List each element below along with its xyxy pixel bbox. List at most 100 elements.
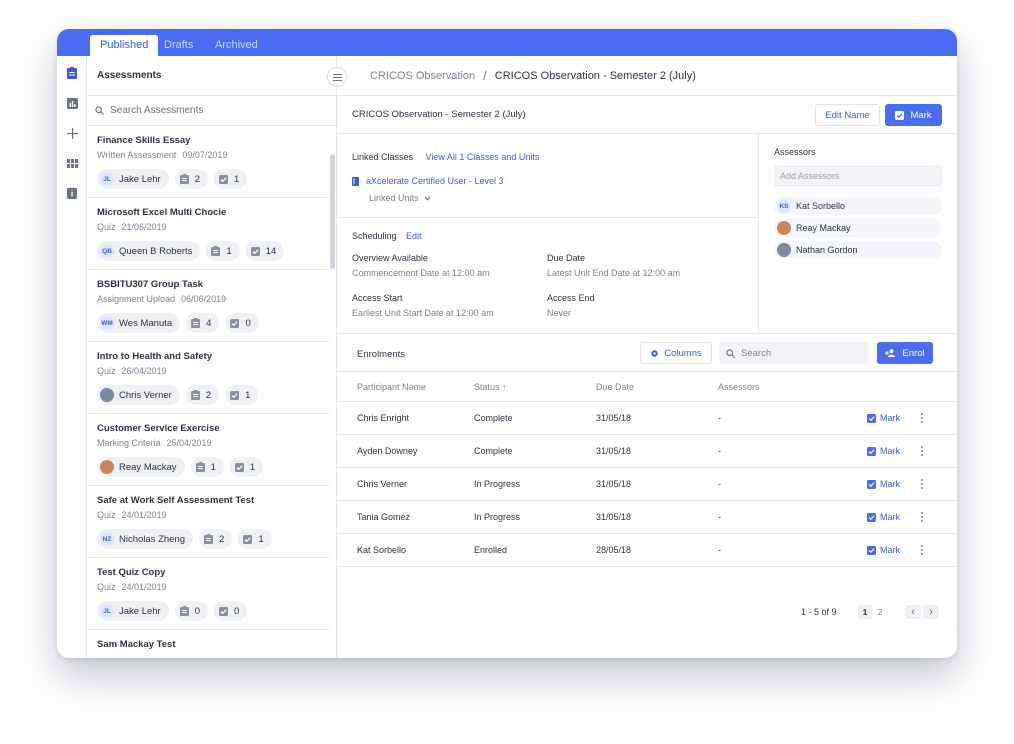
assessments-panel: Assessments Search Assessments Finance S… (87, 56, 337, 658)
assignee-chip[interactable]: JL Jake Lehr (97, 169, 169, 189)
scheduling-edit-link[interactable]: Edit (406, 231, 422, 241)
assessor-chip[interactable]: Reay Mackay (774, 219, 942, 237)
assessors-label: Assessors (774, 147, 816, 157)
mark-label: Mark (880, 413, 900, 423)
assessment-type: Quiz (97, 222, 116, 232)
scrollbar[interactable] (330, 154, 335, 269)
add-user-icon (885, 349, 896, 357)
assessment-type: Assignment Upload (97, 294, 176, 304)
table-row[interactable]: Chris Verner In Progress 31/05/18 - Mark (337, 468, 957, 501)
avatar: QB (100, 244, 114, 258)
more-options-icon[interactable] (919, 413, 925, 423)
columns-button[interactable]: Columns (640, 342, 712, 364)
breadcrumb-parent[interactable]: CRICOS Observation (370, 70, 475, 82)
assessors-value: - (718, 479, 721, 489)
assignee-chip[interactable]: Reay Mackay (97, 457, 185, 477)
marked-count: 0 (214, 601, 248, 621)
assessment-type: Quiz (97, 582, 116, 592)
mark-row-button[interactable]: Mark (867, 479, 900, 489)
more-options-icon[interactable] (919, 512, 925, 522)
tab-archived[interactable]: Archived (205, 35, 268, 56)
overview-value: Commencement Date at 12:00 am (352, 268, 490, 278)
assignee-chip[interactable]: JL Jake Lehr (97, 601, 169, 621)
assessor-chip[interactable]: KS Kat Sorbello (774, 197, 942, 215)
grid-icon[interactable] (66, 157, 78, 169)
next-page-button[interactable]: › (923, 605, 939, 619)
class-item[interactable]: aXcelerate Certified User - Level 3 (352, 176, 752, 186)
assessment-meta: Quiz 26/04/2019 (97, 366, 320, 379)
mark-row-button[interactable]: Mark (867, 446, 900, 456)
marked-count: 1 (225, 385, 259, 405)
list-item[interactable]: Safe at Work Self Assessment Test Quiz 24/… (87, 486, 330, 558)
check-icon (867, 545, 876, 555)
mark-row-button[interactable]: Mark (867, 512, 900, 522)
page-1-button[interactable]: 1 (858, 605, 872, 619)
col-participant-name[interactable]: Participant Name (357, 382, 426, 392)
clipboard-icon (179, 606, 189, 616)
marked-count: 0 (225, 313, 259, 333)
col-status[interactable]: Status ↑ (474, 382, 507, 392)
page-2-button[interactable]: 2 (873, 605, 887, 619)
assignee-chip[interactable]: WM Wes Manuta (97, 313, 181, 333)
assessment-icon[interactable] (66, 67, 78, 79)
assignee-chip[interactable]: QB Queen B Roberts (97, 241, 201, 261)
collapse-panel-button[interactable] (327, 67, 347, 87)
list-item[interactable]: Microsoft Excel Multi Chocie Quiz 21/06/20… (87, 198, 330, 270)
assignee-chip[interactable]: Chris Verner (97, 385, 180, 405)
assignee-chip[interactable]: NZ Nicholas Zheng (97, 529, 194, 549)
due-date-label: Due Date (547, 253, 586, 263)
assessment-list: Finance Skills Essay Written Assessment 09… (87, 126, 330, 658)
assessors-value: - (718, 446, 721, 456)
search-icon (95, 106, 104, 115)
app-window: Published Drafts Archived Assessments Se… (57, 29, 957, 658)
add-assessors-input[interactable]: Add Assessors (774, 165, 942, 187)
marked-count: 14 (245, 241, 285, 261)
view-all-classes-link[interactable]: View All 1 Classes and Units (425, 152, 539, 162)
more-options-icon[interactable] (919, 479, 925, 489)
list-item[interactable]: BSBITU307 Group Task Assignment Upload 06/… (87, 270, 330, 342)
list-item[interactable]: Test Quiz Copy Quiz 24/01/2019 JL Jake Lehr 0… (87, 558, 330, 630)
table-row[interactable]: Ayden Downey Complete 31/05/18 - Mark (337, 435, 957, 468)
status: Enrolled (474, 545, 508, 555)
status: In Progress (474, 479, 521, 489)
info-icon[interactable] (66, 187, 78, 199)
mark-button[interactable]: Mark (885, 104, 942, 126)
assignee-name: Wes Manuta (119, 317, 173, 329)
search-assessments[interactable]: Search Assessments (87, 96, 336, 126)
title-bar: CRICOS Observation - Semester 2 (July) E… (337, 96, 957, 134)
count-value: 2 (194, 173, 201, 185)
submissions-count: 2 (199, 529, 233, 549)
assignee-name: Nicholas Zheng (119, 533, 186, 545)
mark-row-button[interactable]: Mark (867, 413, 900, 423)
more-options-icon[interactable] (919, 545, 925, 555)
table-row[interactable]: Tania Gomez In Progress 31/05/18 - Mark (337, 501, 957, 534)
mark-row-button[interactable]: Mark (867, 545, 900, 555)
edit-name-button[interactable]: Edit Name (815, 104, 880, 126)
list-item[interactable]: Customer Service Exercise Marking Criteri… (87, 414, 330, 486)
breadcrumb-current: CRICOS Observation - Semester 2 (July) (494, 69, 696, 82)
table-row[interactable]: Kat Sorbello Enrolled 28/05/18 - Mark (337, 534, 957, 567)
list-item[interactable]: Finance Skills Essay Written Assessment 09… (87, 126, 330, 198)
linked-classes: Linked Classes View All 1 Classes and Un… (352, 147, 752, 203)
tab-published[interactable]: Published (90, 35, 159, 56)
prev-page-button[interactable]: ‹ (905, 605, 921, 619)
enrol-button[interactable]: Enrol (877, 342, 933, 364)
assessment-meta: Quiz 24/01/2019 (97, 582, 320, 595)
search-icon (726, 348, 735, 358)
plus-icon[interactable] (66, 127, 78, 139)
count-value: 1 (226, 245, 232, 257)
enrolment-search-input[interactable]: Search (719, 342, 869, 364)
col-assessors[interactable]: Assessors (718, 382, 760, 392)
table-row[interactable]: Chris Enright Complete 31/05/18 - Mark (337, 402, 957, 435)
assessment-stats: NZ Nicholas Zheng 2 1 (97, 529, 320, 549)
linked-units-toggle[interactable]: Linked Units (369, 193, 752, 203)
assessor-chip[interactable]: Nathan Gordon (774, 241, 942, 259)
tab-drafts[interactable]: Drafts (154, 35, 203, 56)
list-item[interactable]: Intro to Health and Safety Quiz 26/04/2019… (87, 342, 330, 414)
more-options-icon[interactable] (919, 446, 925, 456)
col-due-date[interactable]: Due Date (596, 382, 634, 392)
list-item[interactable]: Sam Mackay Test (87, 630, 330, 658)
chart-icon[interactable] (66, 97, 78, 109)
due-date: 31/05/18 (596, 479, 632, 489)
check-icon (895, 110, 905, 120)
